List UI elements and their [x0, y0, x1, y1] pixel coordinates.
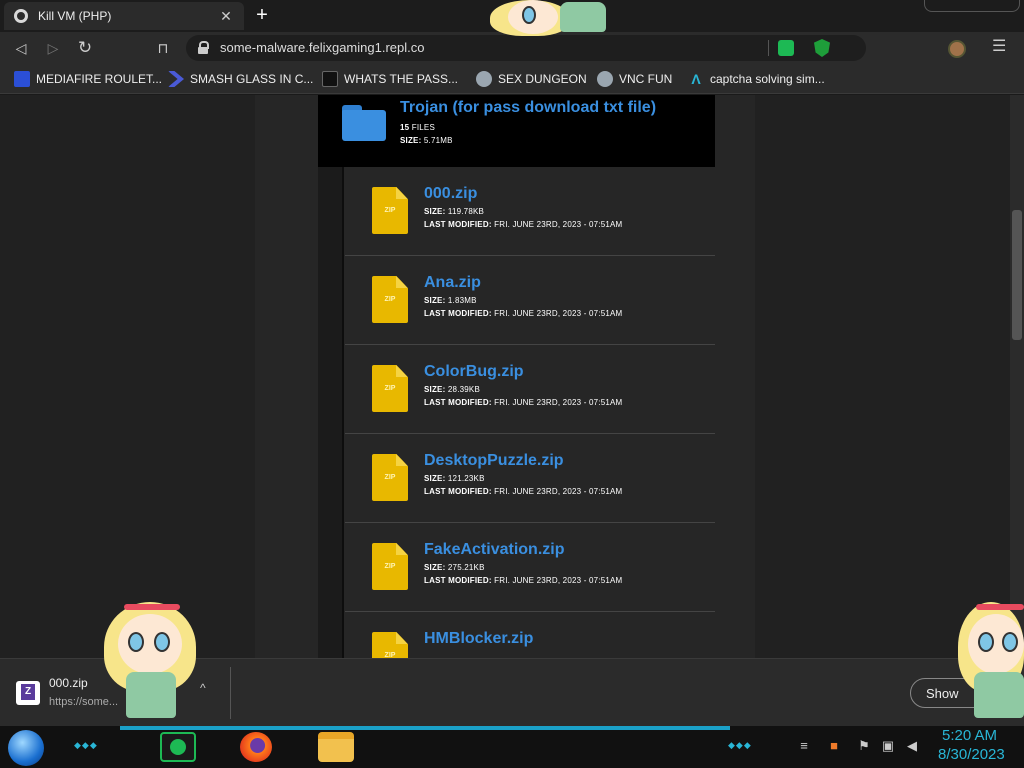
deco-chevrons-icon: ◆◆◆ [74, 740, 98, 750]
screen: Kill VM (PHP) ✕ + ◁ ▷ ↻ ⊓ some-malware.f… [0, 0, 1024, 768]
forward-icon[interactable]: ▷ [44, 39, 62, 57]
file-row[interactable]: ZIP 000.zip SIZE: 119.78KB LAST MODIFIED… [345, 167, 715, 256]
chevron-up-icon[interactable]: ^ [200, 681, 206, 695]
bookmark-label: SMASH GLASS IN C... [190, 72, 314, 86]
back-icon[interactable]: ◁ [12, 39, 30, 57]
show-hidden-icons-icon[interactable]: ≡ [796, 738, 812, 754]
a-icon: Λ [691, 71, 701, 87]
file-size: SIZE: 121.23KB [424, 474, 485, 483]
zip-file-icon: ZIP [372, 454, 408, 501]
globe-icon [14, 9, 28, 23]
bookmark-item[interactable]: MEDIAFIRE ROULET... [14, 71, 162, 87]
file-name-link[interactable]: ColorBug.zip [424, 363, 524, 381]
bookmark-label: VNC FUN [619, 72, 673, 86]
file-explorer-icon[interactable] [318, 732, 354, 762]
robot-icon [476, 71, 492, 87]
bookmark-item[interactable]: SEX DUNGEON [476, 71, 587, 87]
folder-size: SIZE: 5.71MB [400, 136, 453, 145]
file-row[interactable]: ZIP FakeActivation.zip SIZE: 275.21KB LA… [345, 523, 715, 612]
folder-icon [342, 105, 386, 141]
extension-green-icon[interactable] [778, 40, 794, 56]
start-orb-icon[interactable] [8, 730, 44, 766]
mascot-sticker-top [490, 0, 615, 38]
zip-file-icon: ZIP [372, 276, 408, 323]
robot-icon [597, 71, 613, 87]
download-filename[interactable]: 000.zip [49, 676, 88, 690]
clock-date[interactable]: 8/30/2023 [938, 746, 1005, 763]
folder-title[interactable]: Trojan (for pass download txt file) [400, 99, 656, 117]
file-size: SIZE: 275.21KB [424, 563, 485, 572]
bookmark-icon[interactable]: ⊓ [154, 39, 172, 57]
file-modified: LAST MODIFIED: FRI. JUNE 23RD, 2023 - 07… [424, 487, 623, 496]
bookmark-label: SEX DUNGEON [498, 72, 587, 86]
spotify-icon[interactable] [160, 732, 196, 762]
bookmark-label: WHATS THE PASS... [344, 72, 459, 86]
address-divider [768, 40, 769, 56]
clock-time[interactable]: 5:20 AM [942, 727, 997, 744]
mf-icon [14, 71, 30, 87]
reload-icon[interactable]: ↻ [76, 39, 94, 57]
lock-icon[interactable] [198, 41, 209, 54]
folder-header[interactable]: Trojan (for pass download txt file) 15 F… [318, 95, 715, 167]
bookmark-label: captcha solving sim... [710, 72, 825, 86]
taskbar: ◆◆◆ ◆◆◆ ≡ ■ ⚑ ▣ ◀ 5:20 AM 8/30/2023 [0, 726, 1024, 768]
file-name-link[interactable]: 000.zip [424, 185, 477, 203]
firefox-icon[interactable] [240, 732, 272, 762]
url-text[interactable]: some-malware.felixgaming1.repl.co [220, 40, 424, 55]
zip-file-icon: ZIP [372, 632, 408, 658]
file-size: SIZE: 1.83MB [424, 296, 477, 305]
file-row[interactable]: ZIP HMBlocker.zip [345, 612, 715, 658]
mascot-sticker-left [100, 598, 200, 724]
archive-file-icon[interactable] [16, 681, 40, 705]
bookmark-item[interactable]: SMASH GLASS IN C... [168, 71, 313, 87]
volume-icon[interactable]: ◀ [904, 738, 920, 754]
tree-indent [318, 167, 344, 658]
page-scrollbar[interactable] [1010, 95, 1024, 658]
tab-title: Kill VM (PHP) [38, 9, 112, 23]
bookmark-label: MEDIAFIRE ROULET... [36, 72, 163, 86]
chevron-icon [168, 71, 184, 87]
deco-chevrons-icon: ◆◆◆ [728, 740, 752, 750]
mascot-sticker-right [952, 598, 1024, 724]
address-bar[interactable]: some-malware.felixgaming1.repl.co [186, 35, 866, 61]
window-controls[interactable] [924, 0, 1020, 12]
bookmark-item[interactable]: Λ captcha solving sim... [688, 71, 825, 87]
app-tray-icon[interactable]: ■ [826, 738, 842, 754]
file-size: SIZE: 119.78KB [424, 207, 485, 216]
web-page: Trojan (for pass download txt file) 15 F… [0, 95, 1010, 658]
bookmarks-bar: MEDIAFIRE ROULET... SMASH GLASS IN C... … [0, 64, 1024, 94]
zip-file-icon: ZIP [372, 365, 408, 412]
taskbar-accent [120, 726, 730, 730]
file-name-link[interactable]: DesktopPuzzle.zip [424, 452, 564, 470]
scrollbar-thumb[interactable] [1012, 210, 1022, 340]
file-modified: LAST MODIFIED: FRI. JUNE 23RD, 2023 - 07… [424, 576, 623, 585]
new-tab-button[interactable]: + [252, 5, 272, 26]
menu-icon[interactable]: ☰ [992, 39, 1006, 56]
file-name-link[interactable]: Ana.zip [424, 274, 481, 292]
browser-tab[interactable]: Kill VM (PHP) ✕ [4, 2, 244, 30]
file-name-link[interactable]: FakeActivation.zip [424, 541, 564, 559]
file-row[interactable]: ZIP Ana.zip SIZE: 1.83MB LAST MODIFIED: … [345, 256, 715, 345]
file-name-link[interactable]: HMBlocker.zip [424, 630, 533, 648]
bookmark-item[interactable]: WHATS THE PASS... [322, 71, 458, 87]
profile-avatar[interactable] [948, 40, 966, 58]
folder-file-count: 15 FILES [400, 123, 435, 132]
file-row[interactable]: ZIP ColorBug.zip SIZE: 28.39KB LAST MODI… [345, 345, 715, 434]
zip-file-icon: ZIP [372, 543, 408, 590]
download-divider [230, 667, 231, 719]
shield-extension-icon[interactable] [814, 39, 830, 57]
tab-close-icon[interactable]: ✕ [218, 8, 234, 25]
flag-icon[interactable]: ⚑ [856, 738, 872, 754]
file-modified: LAST MODIFIED: FRI. JUNE 23RD, 2023 - 07… [424, 309, 623, 318]
zip-file-icon: ZIP [372, 187, 408, 234]
file-modified: LAST MODIFIED: FRI. JUNE 23RD, 2023 - 07… [424, 220, 623, 229]
file-modified: LAST MODIFIED: FRI. JUNE 23RD, 2023 - 07… [424, 398, 623, 407]
network-icon[interactable]: ▣ [880, 738, 896, 754]
mask-icon [322, 71, 338, 87]
file-size: SIZE: 28.39KB [424, 385, 480, 394]
bookmark-item[interactable]: VNC FUN [597, 71, 672, 87]
file-row[interactable]: ZIP DesktopPuzzle.zip SIZE: 121.23KB LAS… [345, 434, 715, 523]
